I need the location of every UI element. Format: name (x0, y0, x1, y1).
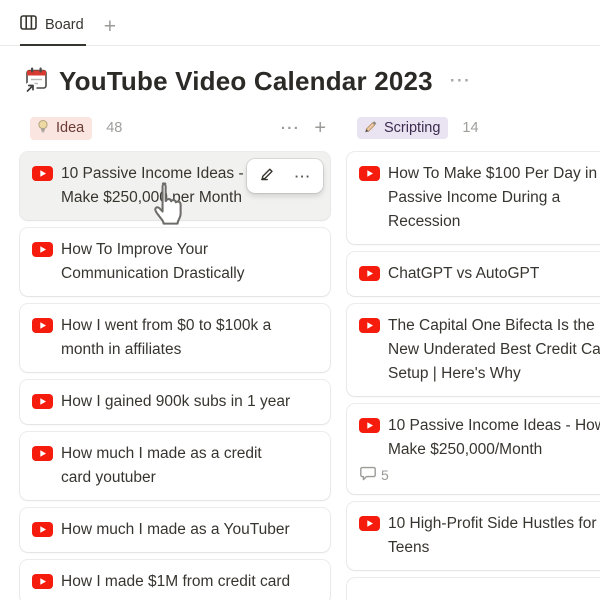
card-content: How much I made as a credit card youtuber (32, 442, 318, 490)
card-list: How To Make $100 Per Day in Passive Incom… (347, 152, 600, 600)
card-title: How I went from $0 to $100k a month in af… (61, 317, 272, 358)
card-content: How To Make $100 Per Day in Passive Incom… (359, 162, 600, 234)
linked-calendar-icon (22, 65, 50, 98)
card[interactable]: How To Improve Your Communication Drastic… (20, 228, 330, 296)
writing-hand-icon (363, 119, 378, 137)
card-title: How much I made as a credit card youtuber (61, 445, 262, 486)
status-badge-scripting[interactable]: Scripting (357, 117, 449, 139)
column-count: 48 (106, 120, 123, 136)
card-list: 10 Passive Income Ideas - Make $250,000 p… (20, 152, 330, 600)
card-hover-toolbar: ··· (247, 159, 323, 193)
board-columns-icon (20, 15, 37, 35)
column-scripting: Scripting 14 How To Make $100 Per Day in Pa… (347, 114, 600, 600)
page-menu-button[interactable]: ··· (450, 71, 471, 91)
card-content: 10 Passive Income Ideas - How Make $250,0… (359, 414, 600, 462)
status-badge-idea[interactable]: Idea (30, 116, 93, 140)
column-header: Scripting 14 (357, 114, 600, 142)
card[interactable]: How I went from $0 to $100k a month in af… (20, 304, 330, 372)
card[interactable]: How I made $1M from credit card (20, 560, 330, 600)
lightbulb-icon (36, 119, 50, 138)
column-header: Idea 48 ··· + (30, 114, 326, 142)
comment-count-value: 5 (381, 467, 389, 483)
card[interactable]: How I gained 900k subs in 1 year (20, 380, 330, 424)
card[interactable]: 10 Passive Income Ideas - How Make $250,0… (347, 404, 600, 494)
youtube-icon (359, 266, 380, 286)
page-title-row: YouTube Video Calendar 2023 ··· (22, 62, 600, 100)
card-content: How I gained 900k subs in 1 year (32, 390, 318, 414)
tab-board-label: Board (45, 17, 84, 33)
card-title: The Capital One Bifecta Is the New Undera… (388, 317, 600, 382)
youtube-icon (32, 242, 53, 286)
youtube-icon (359, 318, 380, 386)
card-content: How To Improve Your Communication Drastic… (32, 238, 318, 286)
card-title: How To Improve Your Communication Drastic… (61, 241, 245, 282)
card-content: How much I made as a YouTuber (32, 518, 318, 542)
card-title: 10 High-Profit Side Hustles for Teens (388, 515, 597, 556)
column-actions: ··· + (281, 118, 326, 138)
status-badge-label: Idea (56, 120, 85, 136)
card-title: 10 Passive Income Ideas - Make $250,000 p… (61, 165, 244, 206)
card-menu-button[interactable]: ··· (285, 161, 321, 191)
card-title: 10 Passive Income Ideas - How Make $250,0… (388, 417, 600, 458)
page-title: YouTube Video Calendar 2023 (59, 65, 433, 96)
column-add-card-button[interactable]: + (314, 118, 326, 138)
card[interactable]: 10 High-Profit Side Hustles for Teens (347, 502, 600, 570)
add-view-button[interactable]: + (104, 16, 116, 45)
comment-count: 5 (359, 466, 600, 484)
kanban-board: Idea 48 ··· +10 Passive Income Ideas - Make … (0, 114, 600, 600)
card-title: How much I made as a YouTuber (61, 521, 290, 538)
card[interactable]: The Capital One Bifecta Is the New Undera… (347, 304, 600, 396)
card[interactable]: How To Make $100 Per Day in Passive Incom… (347, 152, 600, 244)
comment-icon (360, 466, 376, 484)
youtube-icon (359, 418, 380, 462)
card[interactable]: How much I made as a YouTuber (20, 508, 330, 552)
youtube-icon (32, 394, 53, 414)
card-title: How To Make $100 Per Day in Passive Incom… (388, 165, 598, 230)
status-badge-label: Scripting (384, 120, 441, 136)
youtube-icon (32, 166, 53, 210)
card[interactable]: ChatGPT vs AutoGPT (347, 252, 600, 296)
card-content: The Capital One Bifecta Is the New Undera… (359, 314, 600, 386)
youtube-icon (32, 318, 53, 362)
card-title: How I gained 900k subs in 1 year (61, 393, 291, 410)
column-count: 14 (462, 120, 479, 136)
notion-board-page: Board + YouTube Video Calendar 2023 ··· … (0, 0, 600, 600)
card[interactable]: How much I made as a credit card youtuber (20, 432, 330, 500)
youtube-icon (32, 446, 53, 490)
youtube-icon (359, 516, 380, 560)
youtube-icon (32, 522, 53, 542)
card[interactable]: 10 Passive Income Ideas - Make $250,000 p… (20, 152, 330, 220)
card-content: 10 High-Profit Side Hustles for Teens (359, 512, 600, 560)
card[interactable] (347, 578, 600, 600)
youtube-icon (32, 574, 53, 594)
view-tab-bar: Board + (0, 0, 600, 46)
card-content: How I went from $0 to $100k a month in af… (32, 314, 318, 362)
youtube-icon (359, 166, 380, 234)
card-title: ChatGPT vs AutoGPT (388, 265, 540, 282)
card-edit-button[interactable] (249, 161, 285, 191)
pencil-icon (259, 166, 275, 187)
card-content: ChatGPT vs AutoGPT (359, 262, 600, 286)
column-idea: Idea 48 ··· +10 Passive Income Ideas - Make … (20, 114, 330, 600)
card-content: How I made $1M from credit card (32, 570, 318, 594)
tab-board[interactable]: Board (20, 15, 86, 46)
column-menu-button[interactable]: ··· (281, 120, 301, 137)
card-title: How I made $1M from credit card (61, 573, 291, 590)
